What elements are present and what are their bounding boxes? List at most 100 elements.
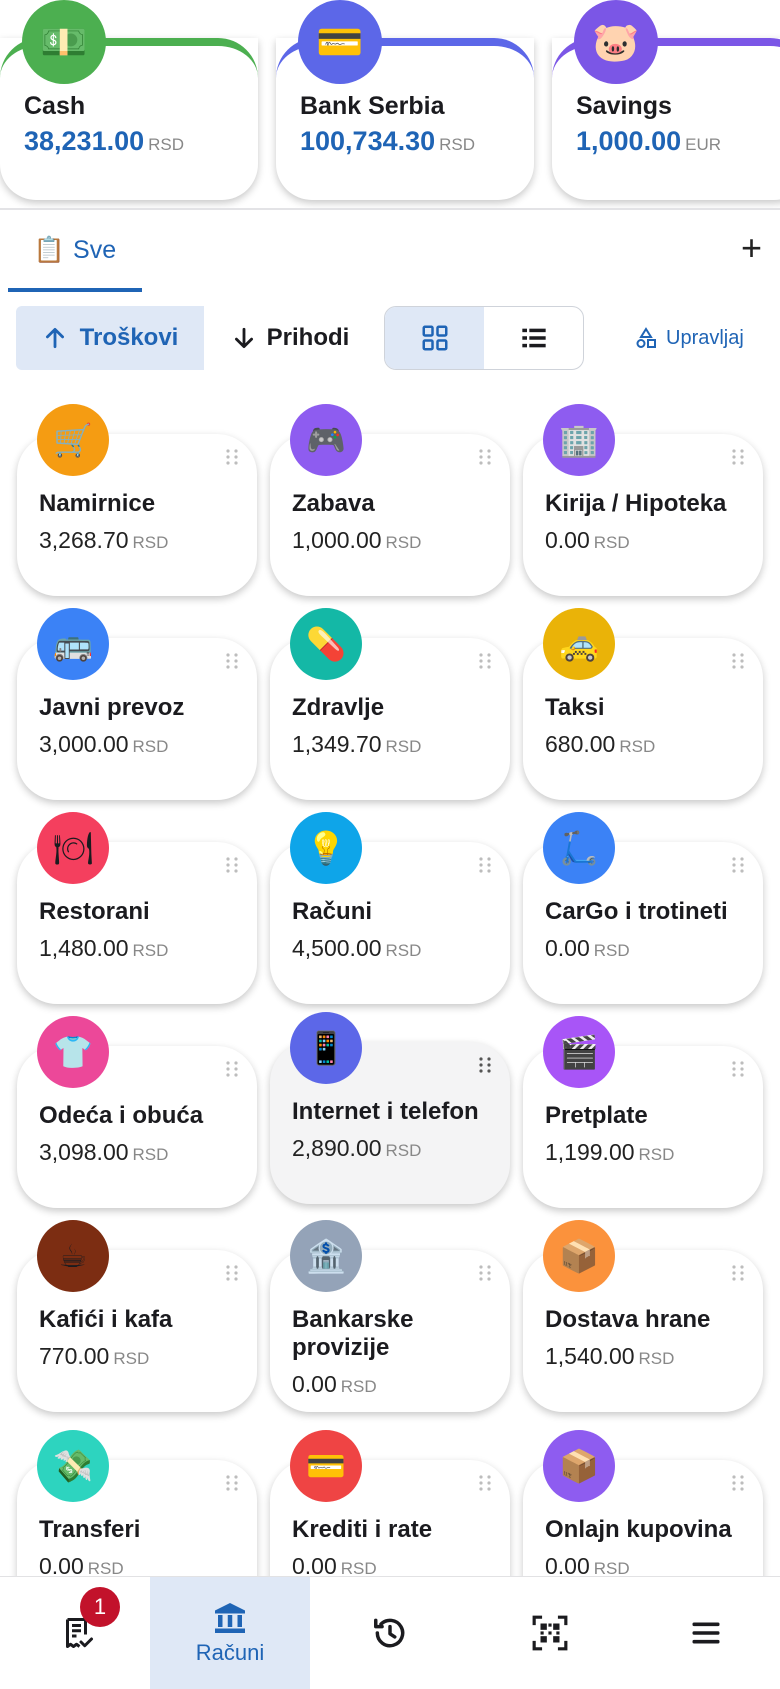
category-card[interactable]: 🚌 Javni prevoz 3,000.00 RSD (17, 608, 257, 800)
arrow-down-icon (234, 327, 253, 349)
category-name: Namirnice (39, 490, 156, 517)
nav-history[interactable] (312, 1577, 468, 1689)
package-icon: 📦 (543, 1220, 615, 1292)
account-card-bank-serbia[interactable]: 💳 Bank Serbia 100,734.30 RSD (276, 0, 534, 200)
category-name: Internet i telefon (292, 1098, 479, 1125)
category-amount: 1,349.70 RSD (292, 731, 422, 757)
grid-view-button[interactable] (385, 307, 484, 369)
drag-handle-icon[interactable] (478, 1056, 492, 1074)
add-tab-button[interactable]: + (741, 230, 762, 266)
light-bulb-icon: 💡 (290, 812, 362, 884)
category-grid: 🛒 Namirnice 3,268.70 RSD 🎮 Zabava 1,000.0… (0, 400, 780, 1576)
category-card[interactable]: 📦 Onlajn kupovina 0.00 RSD (523, 1430, 763, 1576)
category-amount: 2,890.00 RSD (292, 1135, 422, 1161)
category-name: Dostava hrane (545, 1306, 711, 1333)
category-amount: 0.00 RSD (545, 935, 630, 961)
coffee-icon: ☕ (37, 1220, 109, 1292)
history-icon (374, 1618, 405, 1648)
drag-handle-icon[interactable] (225, 652, 239, 670)
category-name: CarGo i trotineti (545, 898, 728, 925)
category-card[interactable]: 💳 Krediti i rate 0.00 RSD (270, 1430, 510, 1576)
drag-handle-icon[interactable] (731, 1060, 745, 1078)
category-card[interactable]: 🏦 Bankarske provizije 0.00 RSD (270, 1220, 510, 1412)
drag-handle-icon[interactable] (225, 856, 239, 874)
piggy-bank-icon: 🐷 (574, 0, 658, 84)
account-balance: 100,734.30 RSD (300, 126, 476, 156)
category-card[interactable]: 📦 Dostava hrane 1,540.00 RSD (523, 1220, 763, 1412)
category-card[interactable]: 🛴 CarGo i trotineti 0.00 RSD (523, 812, 763, 1004)
nav-accounts[interactable]: Računi (150, 1577, 310, 1689)
drag-handle-icon[interactable] (478, 856, 492, 874)
category-card[interactable]: 💸 Transferi 0.00 RSD (17, 1430, 257, 1576)
category-card[interactable]: 🎮 Zabava 1,000.00 RSD (270, 404, 510, 596)
card-icon: 💳 (298, 0, 382, 84)
drag-handle-icon[interactable] (478, 1474, 492, 1492)
drag-handle-icon[interactable] (225, 1264, 239, 1282)
expenses-toggle-button[interactable]: Troškovi (16, 306, 204, 370)
drag-handle-icon[interactable] (731, 652, 745, 670)
category-amount: 1,480.00 RSD (39, 935, 169, 961)
qr-code-icon (532, 1615, 568, 1651)
category-amount: 680.00 RSD (545, 731, 656, 757)
category-amount: 0.00 RSD (545, 1553, 630, 1576)
category-card[interactable]: 🎬 Pretplate 1,199.00 RSD (523, 1016, 763, 1208)
account-card-cash[interactable]: 💵 Cash 38,231.00 RSD (0, 0, 258, 200)
category-amount: 1,199.00 RSD (545, 1139, 675, 1165)
category-card[interactable]: 📱 Internet i telefon 2,890.00 RSD (270, 1012, 510, 1204)
category-card[interactable]: ☕ Kafići i kafa 770.00 RSD (17, 1220, 257, 1412)
grid-icon (422, 325, 447, 351)
game-controller-icon: 🎮 (290, 404, 362, 476)
clapper-board-icon: 🎬 (543, 1016, 615, 1088)
drag-handle-icon[interactable] (478, 652, 492, 670)
drag-handle-icon[interactable] (478, 448, 492, 466)
category-card[interactable]: 👕 Odeća i obuća 3,098.00 RSD (17, 1016, 257, 1208)
account-name: Cash (24, 92, 86, 120)
drag-handle-icon[interactable] (478, 1264, 492, 1282)
category-name: Transferi (39, 1516, 141, 1543)
drag-handle-icon[interactable] (731, 1264, 745, 1282)
nav-qr-scanner[interactable] (472, 1577, 628, 1689)
drag-handle-icon[interactable] (225, 1060, 239, 1078)
category-name: Kirija / Hipoteka (545, 490, 727, 517)
view-mode-toggle (384, 306, 584, 370)
nav-receipts[interactable]: 1 (0, 1577, 156, 1689)
money-icon: 💵 (22, 0, 106, 84)
account-name: Bank Serbia (300, 92, 445, 120)
bottom-navigation: 1 Računi (0, 1576, 780, 1689)
income-toggle-button[interactable]: Prihodi (204, 306, 376, 370)
plate-icon: 🍽 (37, 812, 109, 884)
tab-all[interactable]: 📋 Sve (8, 212, 142, 292)
manage-button[interactable]: Upravljaj (634, 306, 744, 370)
category-name: Javni prevoz (39, 694, 185, 721)
hamburger-menu-icon (692, 1622, 720, 1644)
category-amount: 3,098.00 RSD (39, 1139, 169, 1165)
category-amount: 4,500.00 RSD (292, 935, 422, 961)
category-card[interactable]: 🚕 Taksi 680.00 RSD (523, 608, 763, 800)
category-card[interactable]: 🛒 Namirnice 3,268.70 RSD (17, 404, 257, 596)
category-name: Krediti i rate (292, 1516, 433, 1543)
drag-handle-icon[interactable] (731, 1474, 745, 1492)
shopping-cart-icon: 🛒 (37, 404, 109, 476)
drag-handle-icon[interactable] (225, 448, 239, 466)
clipboard-icon: 📋 (33, 235, 66, 264)
category-card[interactable]: 💊 Zdravlje 1,349.70 RSD (270, 608, 510, 800)
drag-handle-icon[interactable] (731, 856, 745, 874)
category-card[interactable]: 🍽 Restorani 1,480.00 RSD (17, 812, 257, 1004)
list-view-button[interactable] (484, 307, 583, 369)
shapes-icon (636, 327, 656, 348)
category-name: Odeća i obuća (39, 1102, 204, 1129)
category-name: Zabava (292, 490, 375, 517)
category-card[interactable]: 🏢 Kirija / Hipoteka 0.00 RSD (523, 404, 763, 596)
drag-handle-icon[interactable] (225, 1474, 239, 1492)
category-name: Restorani (39, 898, 150, 925)
expenses-label: Troškovi (79, 324, 179, 351)
nav-menu[interactable] (632, 1577, 780, 1689)
account-card-savings[interactable]: 🐷 Savings 1,000.00 EUR (552, 0, 780, 200)
category-amount: 770.00 RSD (39, 1343, 150, 1369)
notification-badge: 1 (80, 1587, 120, 1627)
category-card[interactable]: 💡 Računi 4,500.00 RSD (270, 812, 510, 1004)
drag-handle-icon[interactable] (731, 448, 745, 466)
account-name: Savings (576, 92, 672, 120)
category-amount: 0.00 RSD (545, 527, 630, 553)
category-name: Bankarske provizije (292, 1306, 414, 1361)
